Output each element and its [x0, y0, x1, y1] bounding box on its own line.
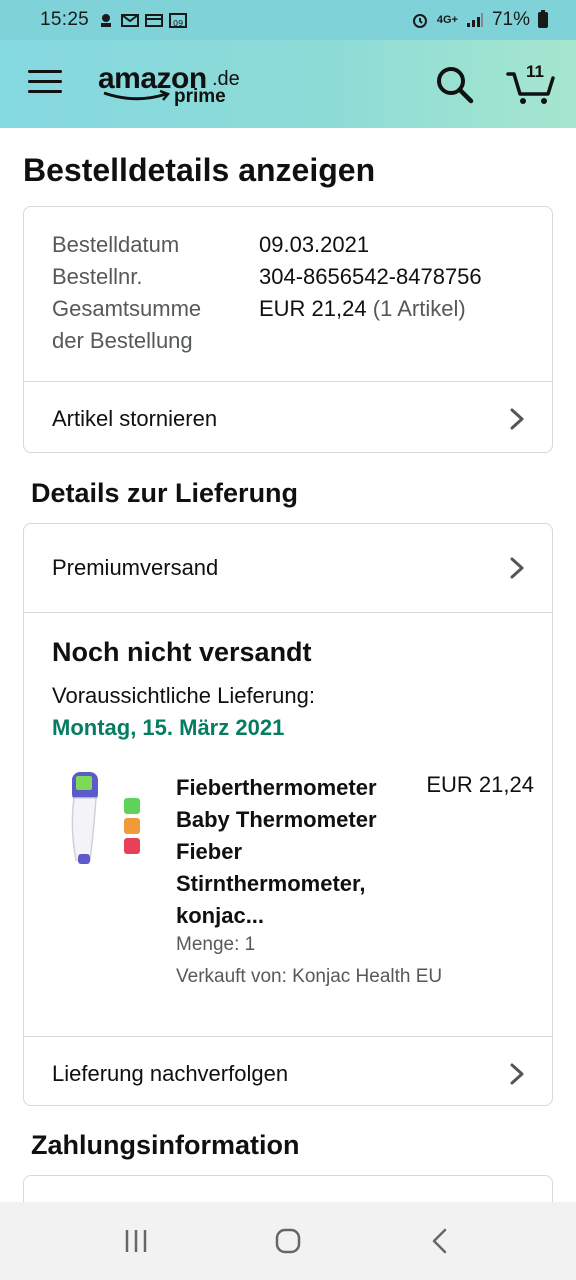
logo-prime: prime [174, 86, 226, 107]
network-type: 4G+ [436, 14, 458, 26]
back-icon [432, 1228, 447, 1254]
menu-icon-bar [28, 80, 62, 83]
order-total-amount: EUR 21,24 [259, 296, 367, 321]
page-title: Bestelldetails anzeigen [23, 152, 376, 188]
system-nav-bar [0, 1202, 576, 1280]
order-date-label: Bestelldatum [52, 232, 180, 257]
notification-icon [101, 14, 112, 27]
order-summary: Bestelldatum 09.03.2021 Bestellnr. 304-8… [24, 207, 552, 381]
product-thumbnail[interactable] [52, 768, 152, 872]
delivery-card: Premiumversand Noch nicht versandt Vorau… [23, 523, 553, 1106]
item-quantity: Menge: 1 [176, 934, 256, 955]
chevron-right-icon [510, 1063, 524, 1084]
cart-count-badge: 11 [526, 62, 544, 81]
calendar-icon: 09 [169, 13, 188, 28]
app-header: amazon .de prime 11 [0, 40, 576, 128]
status-time: 15:25 [40, 9, 90, 30]
payment-heading: Zahlungsinformation [31, 1130, 300, 1160]
chevron-right-icon [510, 557, 524, 579]
item-title-link[interactable]: Fieberthermometer Baby Thermometer Fiebe… [176, 772, 406, 932]
cancel-items-row[interactable]: Artikel stornieren [24, 381, 552, 455]
order-total-items: (1 Artikel) [372, 296, 466, 321]
home-icon [275, 1228, 301, 1254]
battery-percent: 71% [491, 9, 530, 30]
order-number-value: 304-8656542-8478756 [259, 264, 482, 289]
card-icon [145, 14, 164, 27]
menu-icon-bar [28, 90, 62, 93]
main-content: Bestelldetails anzeigen Bestelldatum 09.… [0, 128, 576, 1202]
signal-icon [466, 13, 483, 27]
chevron-right-icon [510, 408, 524, 429]
mail-icon [121, 14, 140, 27]
alarm-icon [412, 14, 427, 28]
order-total-label-line2: der Bestellung [52, 328, 193, 353]
recents-icon [125, 1230, 147, 1252]
recents-button[interactable] [106, 1211, 166, 1271]
menu-icon-bar [28, 70, 62, 73]
status-bar: 15:25 09 4G+ 71% [0, 0, 576, 40]
menu-button[interactable] [28, 70, 62, 98]
item-price: EUR 21,24 [426, 772, 534, 797]
cancel-items-label: Artikel stornieren [52, 405, 218, 431]
notification-icons: 09 [97, 12, 188, 28]
cart-button[interactable]: 11 [506, 62, 556, 106]
status-right: 4G+ 71% [411, 9, 548, 31]
delivery-estimate-date: Montag, 15. März 2021 [52, 715, 285, 740]
order-item: Fieberthermometer Baby Thermometer Fiebe… [52, 744, 534, 1036]
item-seller: Verkauft von: Konjac Health EU [176, 966, 443, 987]
order-summary-card: Bestelldatum 09.03.2021 Bestellnr. 304-8… [23, 206, 553, 453]
smile-arrow-icon [103, 90, 171, 101]
shipping-method-row[interactable]: Premiumversand [24, 524, 552, 612]
back-button[interactable] [410, 1211, 470, 1271]
shipping-method-label: Premiumversand [52, 555, 219, 580]
amazon-prime-logo[interactable]: amazon .de prime [98, 62, 248, 112]
delivery-heading: Details zur Lieferung [31, 478, 299, 508]
track-delivery-label: Lieferung nachverfolgen [52, 1060, 289, 1086]
payment-card [23, 1175, 553, 1202]
order-number-label: Bestellnr. [52, 264, 143, 289]
search-icon [437, 67, 474, 104]
order-date-value: 09.03.2021 [259, 232, 370, 257]
order-total-label: Gesamtsumme der Bestellung [52, 293, 259, 357]
battery-icon [538, 10, 548, 28]
search-button[interactable] [434, 64, 474, 104]
delivery-estimate-label: Voraussichtliche Lieferung: [52, 683, 315, 708]
shipment-status: Noch nicht versandt [52, 637, 312, 667]
order-total-label-line1: Gesamtsumme [52, 296, 202, 321]
home-button[interactable] [258, 1211, 318, 1271]
order-total-value: EUR 21,24 (1 Artikel) [259, 293, 524, 357]
track-delivery-row[interactable]: Lieferung nachverfolgen [24, 1036, 552, 1110]
shipment-section: Noch nicht versandt Voraussichtliche Lie… [24, 612, 552, 1036]
svg-text:09: 09 [173, 19, 183, 28]
